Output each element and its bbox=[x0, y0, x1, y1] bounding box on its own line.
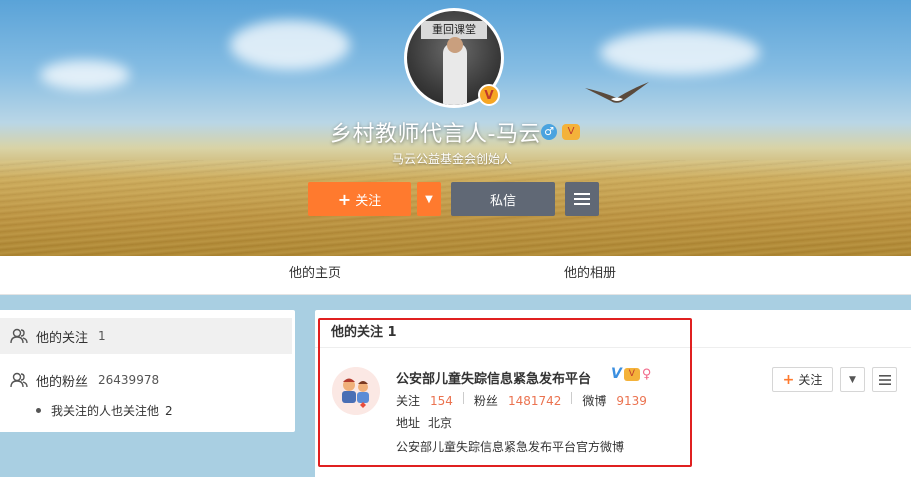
fans-count: 26439978 bbox=[98, 373, 160, 387]
users-icon bbox=[10, 328, 28, 344]
cloud-shape bbox=[230, 20, 350, 70]
panel-title: 他的关注 1 bbox=[331, 325, 397, 340]
stat-value: 154 bbox=[430, 393, 453, 408]
sidebar-item-fans[interactable]: 他的粉丝 26439978 bbox=[0, 362, 292, 398]
mutual-count: 2 bbox=[165, 403, 173, 418]
plus-icon: + bbox=[782, 371, 795, 388]
follow-button-label: 关注 bbox=[355, 193, 382, 209]
stat-label: 粉丝 bbox=[473, 394, 498, 408]
vip-level-icon[interactable]: V bbox=[562, 124, 580, 140]
tab-home[interactable]: 他的主页 bbox=[289, 256, 341, 295]
user-badges: V V ♀ bbox=[611, 366, 651, 382]
vip-level-icon[interactable]: V bbox=[623, 367, 640, 381]
user-bio: 公安部儿童失踪信息紧急发布平台官方微博 bbox=[396, 440, 625, 454]
users-icon bbox=[10, 372, 28, 388]
bullet-icon bbox=[36, 408, 41, 413]
message-button-label: 私信 bbox=[489, 193, 516, 209]
sidebar-item-label: 他的关注 bbox=[36, 330, 89, 346]
sidebar-item-mutual[interactable]: 我关注的人也关注他 2 bbox=[36, 402, 173, 419]
chevron-down-icon: ▼ bbox=[849, 374, 856, 385]
profile-name: 乡村教师代言人-马云 bbox=[330, 122, 541, 147]
female-icon: ♀ bbox=[641, 366, 652, 382]
stat-fans[interactable]: 粉丝 1481742 bbox=[474, 392, 561, 409]
menu-icon bbox=[574, 193, 590, 205]
profile-description: 马云公益基金会创始人 bbox=[392, 152, 513, 166]
chevron-down-icon: ▼ bbox=[425, 193, 433, 205]
follow-button-label: 关注 bbox=[798, 373, 823, 387]
avatar[interactable] bbox=[332, 367, 380, 415]
user-more-menu-button[interactable] bbox=[872, 367, 897, 392]
user-follow-button[interactable]: + 关注 bbox=[772, 367, 833, 392]
verified-v-icon: V bbox=[611, 366, 622, 382]
address-value: 北京 bbox=[428, 416, 453, 430]
user-address: 地址 北京 bbox=[396, 414, 452, 431]
follow-dropdown-button[interactable]: ▼ bbox=[417, 182, 441, 216]
divider bbox=[462, 392, 464, 404]
message-button[interactable]: 私信 bbox=[451, 182, 555, 216]
more-menu-button[interactable] bbox=[565, 182, 599, 216]
divider bbox=[571, 392, 573, 404]
user-name-link[interactable]: 公安部儿童失踪信息紧急发布平台 bbox=[396, 368, 591, 387]
follow-button[interactable]: + 关注 bbox=[308, 182, 411, 216]
menu-icon bbox=[878, 374, 891, 385]
cloud-shape bbox=[600, 30, 760, 75]
cloud-shape bbox=[40, 60, 130, 90]
address-label: 地址 bbox=[396, 416, 421, 430]
sidebar-item-following[interactable]: 他的关注 1 bbox=[0, 318, 292, 354]
verified-badge-icon: V bbox=[478, 84, 500, 106]
sidebar-item-label: 他的粉丝 bbox=[36, 374, 89, 390]
stat-label: 关注 bbox=[396, 394, 421, 408]
bird-icon bbox=[585, 82, 649, 103]
stat-label: 微博 bbox=[582, 394, 607, 408]
panel-header: 他的关注 1 bbox=[315, 310, 911, 348]
sidebar-item-label: 我关注的人也关注他 bbox=[51, 404, 160, 418]
stat-weibo[interactable]: 微博 9139 bbox=[582, 392, 647, 409]
stat-value: 1481742 bbox=[507, 393, 562, 408]
user-avatar-image bbox=[332, 367, 380, 415]
tab-album[interactable]: 他的相册 bbox=[564, 256, 616, 295]
following-count: 1 bbox=[98, 329, 106, 343]
male-icon: ♂ bbox=[541, 124, 557, 140]
relations-sidebar: 他的关注 1 他的粉丝 26439978 我关注的人也关注他 2 bbox=[0, 310, 295, 432]
profile-nav: 他的主页 他的相册 bbox=[0, 256, 911, 295]
user-follow-dropdown[interactable]: ▼ bbox=[840, 367, 865, 392]
plus-icon: + bbox=[337, 189, 352, 209]
user-stats: 关注 154 粉丝 1481742 微博 9139 bbox=[396, 392, 647, 409]
stat-value: 9139 bbox=[616, 393, 647, 408]
stat-following[interactable]: 关注 154 bbox=[396, 392, 453, 409]
